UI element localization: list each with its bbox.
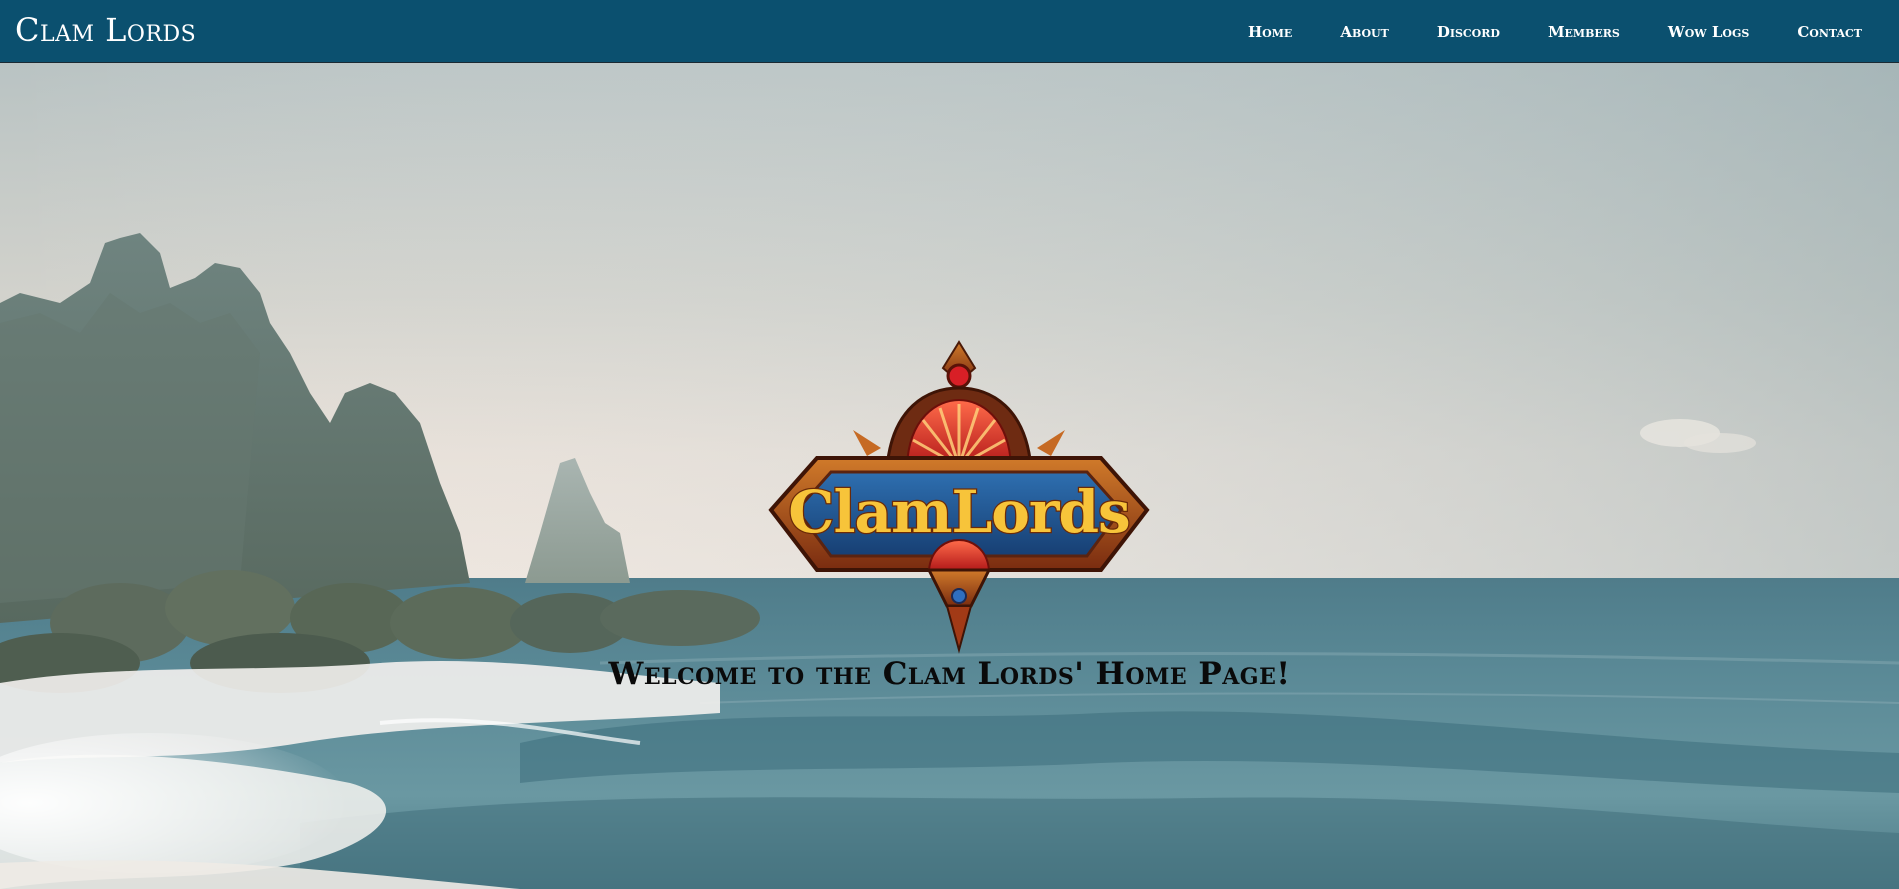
logo-emblem: ClamLords <box>768 340 1150 654</box>
logo-wordmark: ClamLords <box>788 478 1129 546</box>
clam-lords-logo: ClamLords <box>757 338 1161 656</box>
nav-item-discord[interactable]: Discord <box>1437 23 1500 41</box>
top-navbar: Clam Lords Home About Discord Members Wo… <box>0 0 1899 63</box>
nav-menu: Home About Discord Members Wow Logs Cont… <box>1248 0 1899 63</box>
site-brand-link[interactable]: Clam Lords <box>15 10 196 50</box>
nav-item-wow-logs[interactable]: Wow Logs <box>1668 23 1749 41</box>
nav-item-about[interactable]: About <box>1340 23 1389 41</box>
page: Clam Lords Home About Discord Members Wo… <box>0 0 1899 889</box>
nav-item-members[interactable]: Members <box>1548 23 1620 41</box>
nav-item-home[interactable]: Home <box>1248 23 1292 41</box>
welcome-heading: Welcome to the Clam Lords' Home Page! <box>608 656 1291 692</box>
nav-item-contact[interactable]: Contact <box>1797 23 1862 41</box>
